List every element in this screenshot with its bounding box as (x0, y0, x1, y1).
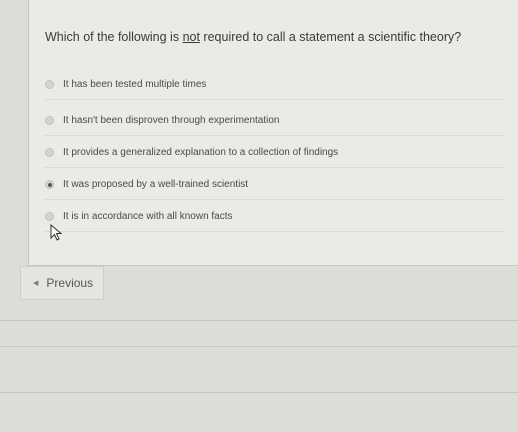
radio-button[interactable] (45, 116, 54, 125)
answer-option-4[interactable]: It was proposed by a well-trained scient… (45, 170, 505, 200)
question-text-before: Which of the following is (45, 30, 183, 44)
question-text: Which of the following is not required t… (45, 30, 461, 44)
answer-option-3[interactable]: It provides a generalized explanation to… (45, 138, 505, 168)
answer-label: It was proposed by a well-trained scient… (63, 179, 249, 190)
answer-label: It hasn't been disproven through experim… (63, 115, 280, 126)
divider (0, 346, 518, 347)
answer-option-2[interactable]: It hasn't been disproven through experim… (45, 106, 505, 136)
mouse-pointer-icon (50, 224, 63, 241)
divider (0, 392, 518, 393)
radio-button[interactable] (45, 212, 54, 221)
previous-label: Previous (46, 276, 94, 290)
radio-button[interactable] (45, 148, 54, 157)
triangle-left-icon: ◀ (33, 280, 39, 287)
question-emphasis: not (182, 30, 200, 44)
question-text-after: required to call a statement a scientifi… (199, 30, 462, 44)
answer-option-1[interactable]: It has been tested multiple times (45, 70, 505, 100)
question-card: Which of the following is not required t… (28, 0, 518, 266)
radio-button[interactable] (45, 80, 54, 89)
previous-button[interactable]: ◀ Previous (20, 266, 104, 300)
divider (0, 320, 518, 321)
answer-label: It provides a generalized explanation to… (63, 147, 339, 158)
radio-button-selected[interactable] (45, 180, 54, 189)
answer-label: It has been tested multiple times (63, 79, 207, 90)
answer-label: It is in accordance with all known facts (63, 211, 233, 222)
answer-option-5[interactable]: It is in accordance with all known facts (45, 202, 505, 232)
